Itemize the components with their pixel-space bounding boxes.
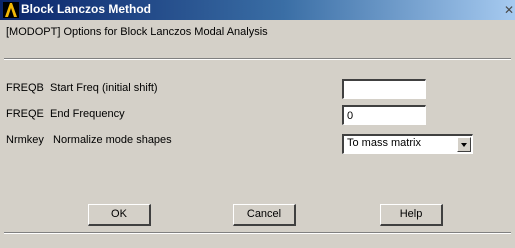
window-title: Block Lanczos Method [21, 2, 152, 16]
chevron-down-icon[interactable] [457, 137, 471, 152]
freqb-label: FREQB Start Freq (initial shift) [6, 82, 158, 94]
nrmkey-label: Nrmkey Normalize mode shapes [6, 134, 172, 146]
nrmkey-normalize-select[interactable]: To mass matrix [342, 134, 473, 154]
freqe-label: FREQE End Frequency [6, 108, 125, 120]
cancel-button[interactable]: Cancel [233, 204, 296, 226]
ok-button[interactable]: OK [88, 204, 151, 226]
dialog-subtitle: [MODOPT] Options for Block Lanczos Modal… [6, 26, 268, 38]
nrmkey-selected-value: To mass matrix [347, 137, 421, 149]
close-icon[interactable]: ✕ [504, 2, 515, 18]
title-bar[interactable]: Block Lanczos Method ✕ [0, 0, 515, 20]
dialog-window: Block Lanczos Method ✕ [MODOPT] Options … [0, 0, 515, 248]
freqe-end-frequency-input[interactable] [342, 105, 426, 125]
separator-bottom [4, 232, 511, 234]
freqb-start-freq-input[interactable] [342, 79, 426, 99]
ansys-logo-icon [3, 2, 19, 18]
help-button[interactable]: Help [380, 204, 443, 226]
separator-top [4, 58, 511, 60]
